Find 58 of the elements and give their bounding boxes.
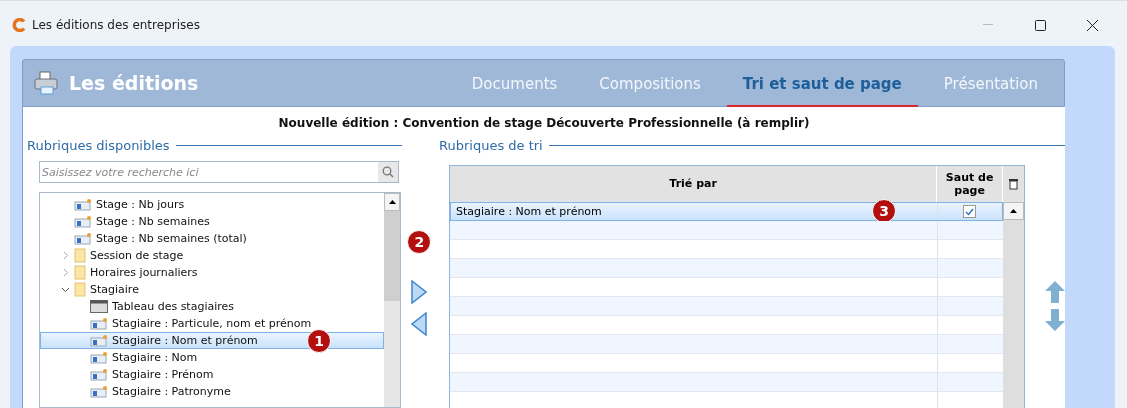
tree-item-label: Stagiaire (90, 283, 139, 296)
field-icon (90, 385, 108, 398)
table-row[interactable]: Stagiaire : Nom et prénom 3 (450, 202, 1003, 221)
tree-item[interactable]: Stage : Nb semaines (40, 213, 384, 230)
tree-item[interactable]: Stagiaire : Patronyme (40, 383, 384, 400)
tree-item[interactable]: Stagiaire : Particule, nom et prénom (40, 315, 384, 332)
tree-item-label: Stage : Nb semaines (total) (96, 232, 247, 245)
tree-item-label: Session de stage (90, 249, 184, 262)
tree-item-label: Tableau des stagiaires (112, 300, 235, 313)
collapse-icon[interactable] (61, 285, 70, 294)
scroll-up-icon[interactable] (388, 200, 396, 204)
step-marker: 1 (307, 329, 331, 353)
move-down-icon[interactable] (1045, 309, 1065, 331)
tree-item[interactable]: Stagiaire : Prénom (40, 366, 384, 383)
close-icon[interactable] (1086, 19, 1098, 31)
table-icon (90, 300, 108, 313)
tree-item-label: Stagiaire : Nom et prénom (112, 334, 258, 347)
tree-item-label: Stagiaire : Nom (112, 351, 198, 364)
section-title: Rubriques disponibles (27, 138, 170, 153)
delete-icon[interactable] (1009, 178, 1018, 190)
move-up-icon[interactable] (1045, 281, 1065, 303)
field-icon (74, 232, 92, 245)
maximize-icon[interactable] (1034, 19, 1046, 31)
section-title: Rubriques de tri (439, 138, 543, 153)
tree-item[interactable]: Tableau des stagiaires (40, 298, 384, 315)
tree-item[interactable]: Stage : Nb semaines (total) (40, 230, 384, 247)
tree-item-label: Stagiaire : Patronyme (112, 385, 231, 398)
field-icon (74, 215, 92, 228)
tree-item-label: Stage : Nb semaines (96, 215, 210, 228)
tree-item-label: Stagiaire : Particule, nom et prénom (112, 317, 312, 330)
scroll-up-icon[interactable] (1010, 209, 1017, 213)
tree-item[interactable]: Stagiaire (40, 281, 384, 298)
step-marker: 2 (407, 230, 432, 254)
tree-item[interactable]: Horaires journaliers (40, 264, 384, 281)
folder-icon (74, 265, 86, 280)
field-icon (74, 198, 92, 211)
tree-item-label: Stagiaire : Prénom (112, 368, 214, 381)
folder-icon (74, 282, 86, 297)
page-title: Les éditions (69, 72, 200, 94)
edition-title: Nouvelle édition : Convention de stage Découverte Professionnelle (à remplir) (277, 115, 811, 132)
checkbox[interactable] (963, 205, 976, 218)
field-icon (90, 317, 108, 330)
printer-icon (33, 70, 59, 96)
field-icon (90, 351, 108, 364)
tree-item-label: Stage : Nb jours (96, 198, 185, 211)
app-logo-icon (12, 18, 26, 32)
check-icon (965, 207, 974, 216)
field-icon (90, 368, 108, 381)
remove-arrow-icon[interactable] (410, 312, 427, 336)
window-title: Les éditions des entreprises (32, 18, 201, 32)
folder-icon (74, 248, 86, 263)
scrollbar[interactable] (384, 193, 400, 407)
tree-item-label: Horaires journaliers (90, 266, 198, 279)
tree-item[interactable]: Session de stage (40, 247, 384, 264)
scrollbar[interactable] (1003, 202, 1024, 408)
add-arrow-icon[interactable] (410, 280, 427, 304)
field-icon (90, 334, 108, 347)
tree-item[interactable]: Stage : Nb jours (40, 196, 384, 213)
